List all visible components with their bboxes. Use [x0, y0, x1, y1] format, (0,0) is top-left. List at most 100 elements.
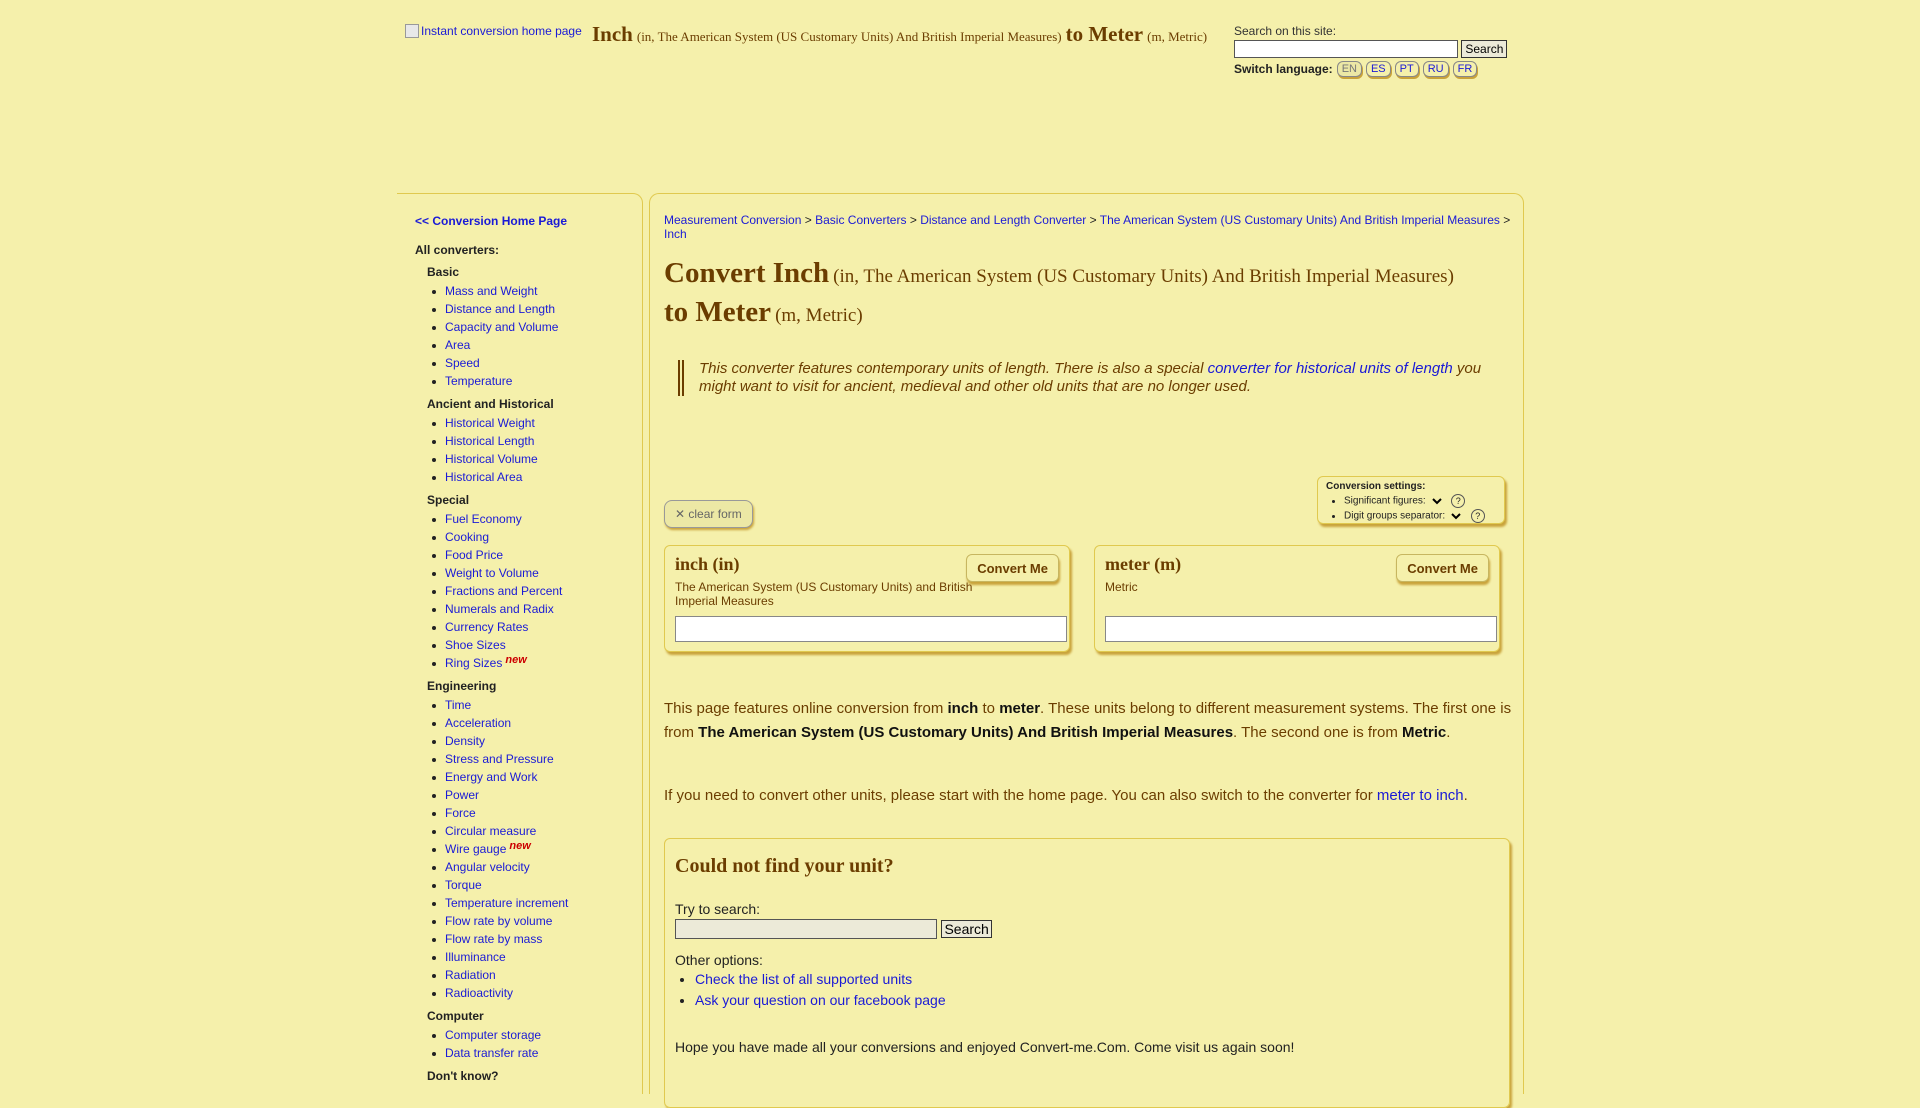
sidebar-item-link[interactable]: Angular velocity — [445, 860, 530, 874]
sidebar-item: Ring Sizes new — [427, 654, 637, 674]
sidebar-item: Fractions and Percent — [427, 584, 637, 602]
sidebar-item-link[interactable]: Illuminance — [445, 950, 506, 964]
historical-converter-link[interactable]: converter for historical units of length — [1208, 360, 1453, 377]
home-logo-link[interactable]: Instant conversion home page — [405, 24, 582, 38]
sidebar-item-link[interactable]: Density — [445, 734, 485, 748]
breadcrumb-link[interactable]: Distance and Length Converter — [920, 213, 1086, 227]
to-value-input[interactable] — [1105, 616, 1497, 642]
sidebar-category-heading: Computer — [427, 1009, 484, 1023]
language-switcher: Switch language: EN ES PT RU FR — [1234, 61, 1478, 77]
sidebar-item-link[interactable]: Mass and Weight — [445, 284, 538, 298]
from-unit-system: The American System (US Customary Units)… — [675, 580, 973, 608]
text: This page features online conversion fro… — [664, 700, 948, 717]
sidebar-item-link[interactable]: Capacity and Volume — [445, 320, 558, 334]
sidebar-item-link[interactable]: Currency Rates — [445, 620, 528, 634]
sidebar-item: Currency Rates — [427, 620, 637, 638]
text: . — [1463, 787, 1468, 804]
sidebar-item-link[interactable]: Ring Sizes — [445, 656, 502, 670]
site-search-button[interactable]: Search — [1461, 40, 1508, 58]
goodbye-text: Hope you have made all your conversions … — [675, 1039, 1295, 1055]
new-badge: new — [509, 840, 531, 852]
sidebar-item: Illuminance — [427, 950, 637, 968]
new-badge: new — [505, 654, 527, 666]
sidebar-item: Wire gauge new — [427, 840, 637, 860]
sidebar-item-link[interactable]: Wire gauge — [445, 842, 506, 856]
convert-from-button[interactable]: Convert Me — [966, 554, 1059, 582]
sidebar: << Conversion Home Page All converters: … — [397, 193, 643, 1094]
sidebar-item-link[interactable]: Flow rate by volume — [445, 914, 552, 928]
sidebar-home-link[interactable]: << Conversion Home Page — [415, 214, 567, 228]
sidebar-category-heading: Ancient and Historical — [427, 397, 554, 411]
sidebar-category-heading: Special — [427, 493, 470, 507]
sidebar-item-link[interactable]: Food Price — [445, 548, 503, 562]
reverse-converter-link[interactable]: meter to inch — [1377, 787, 1464, 804]
sidebar-item-link[interactable]: Cooking — [445, 530, 489, 544]
significant-figures-select[interactable] — [1428, 495, 1445, 507]
sidebar-category-list: Historical Weight Historical Length Histor… — [427, 416, 637, 488]
sidebar-item-link[interactable]: Historical Weight — [445, 416, 535, 430]
historical-note: This converter features contemporary uni… — [678, 360, 1519, 396]
sidebar-item: Weight to Volume — [427, 566, 637, 584]
header-title-to: to Meter — [1065, 22, 1144, 46]
sidebar-item: Speed — [427, 356, 637, 374]
sidebar-item-link[interactable]: Historical Volume — [445, 452, 538, 466]
sidebar-item-link[interactable]: Fractions and Percent — [445, 584, 562, 598]
unit-search-button[interactable]: Search — [941, 920, 992, 938]
sidebar-item-link[interactable]: Fuel Economy — [445, 512, 522, 526]
sidebar-item-link[interactable]: Data transfer rate — [445, 1046, 538, 1060]
help-icon[interactable]: ? — [1451, 494, 1466, 508]
unit-search: Search — [675, 919, 992, 939]
sidebar-category-list: Fuel Economy Cooking Food Price Weight to V… — [427, 512, 637, 674]
sidebar-item-link[interactable]: Power — [445, 788, 479, 802]
breadcrumb-link[interactable]: Inch — [664, 227, 687, 241]
sidebar-item-link[interactable]: Historical Length — [445, 434, 534, 448]
sidebar-item-link[interactable]: Speed — [445, 356, 480, 370]
text: to — [978, 700, 1000, 717]
sidebar-item-link[interactable]: Flow rate by mass — [445, 932, 542, 946]
sidebar-item-link[interactable]: Radioactivity — [445, 986, 513, 1000]
digit-separator-select[interactable] — [1447, 510, 1464, 522]
sidebar-item: Numerals and Radix — [427, 602, 637, 620]
sidebar-item-link[interactable]: Force — [445, 806, 476, 820]
breadcrumb-link[interactable]: Measurement Conversion — [664, 213, 801, 227]
language-en[interactable]: EN — [1336, 61, 1362, 77]
language-fr[interactable]: FR — [1452, 61, 1478, 77]
sidebar-item-link[interactable]: Acceleration — [445, 716, 511, 730]
sidebar-item-link[interactable]: Temperature — [445, 374, 512, 388]
from-value-input[interactable] — [675, 616, 1067, 642]
facebook-link[interactable]: Ask your question on our facebook page — [695, 992, 946, 1008]
sidebar-item-link[interactable]: Radiation — [445, 968, 496, 982]
sidebar-item-link[interactable]: Shoe Sizes — [445, 638, 506, 652]
site-search: Search on this site: Search — [1234, 24, 1508, 58]
site-search-input[interactable] — [1234, 40, 1458, 58]
sidebar-item: Time — [427, 698, 637, 716]
sidebar-item: Area — [427, 338, 637, 356]
sidebar-item-link[interactable]: Computer storage — [445, 1028, 541, 1042]
unit-search-input[interactable] — [675, 919, 937, 939]
clear-form-button[interactable]: ✕ clear form — [664, 500, 753, 528]
description-paragraph: This page features online conversion fro… — [664, 697, 1524, 745]
page-title-convert: Convert Inch — [664, 257, 830, 289]
sidebar-item-link[interactable]: Temperature increment — [445, 896, 568, 910]
sidebar-item-link[interactable]: Stress and Pressure — [445, 752, 554, 766]
sidebar-item-link[interactable]: Area — [445, 338, 470, 352]
sidebar-item-link[interactable]: Energy and Work — [445, 770, 538, 784]
help-icon[interactable]: ? — [1470, 509, 1485, 523]
language-es[interactable]: ES — [1365, 61, 1391, 77]
sidebar-item-link[interactable]: Time — [445, 698, 471, 712]
sidebar-item-link[interactable]: Historical Area — [445, 470, 522, 484]
language-ru[interactable]: RU — [1422, 61, 1449, 77]
sidebar-item-link[interactable]: Circular measure — [445, 824, 536, 838]
sidebar-item-link[interactable]: Distance and Length — [445, 302, 555, 316]
breadcrumb-link[interactable]: Basic Converters — [815, 213, 906, 227]
breadcrumb-link[interactable]: The American System (US Customary Units)… — [1100, 213, 1500, 227]
sidebar-item-link[interactable]: Numerals and Radix — [445, 602, 554, 616]
broken-image-icon — [405, 24, 419, 38]
sidebar-item-link[interactable]: Torque — [445, 878, 482, 892]
language-pt[interactable]: PT — [1394, 61, 1419, 77]
supported-units-link[interactable]: Check the list of all supported units — [695, 971, 912, 987]
convert-to-button[interactable]: Convert Me — [1396, 554, 1489, 582]
sidebar-item: Stress and Pressure — [427, 752, 637, 770]
sidebar-item-link[interactable]: Weight to Volume — [445, 566, 539, 580]
to-unit-name: meter (m) — [1105, 554, 1182, 574]
